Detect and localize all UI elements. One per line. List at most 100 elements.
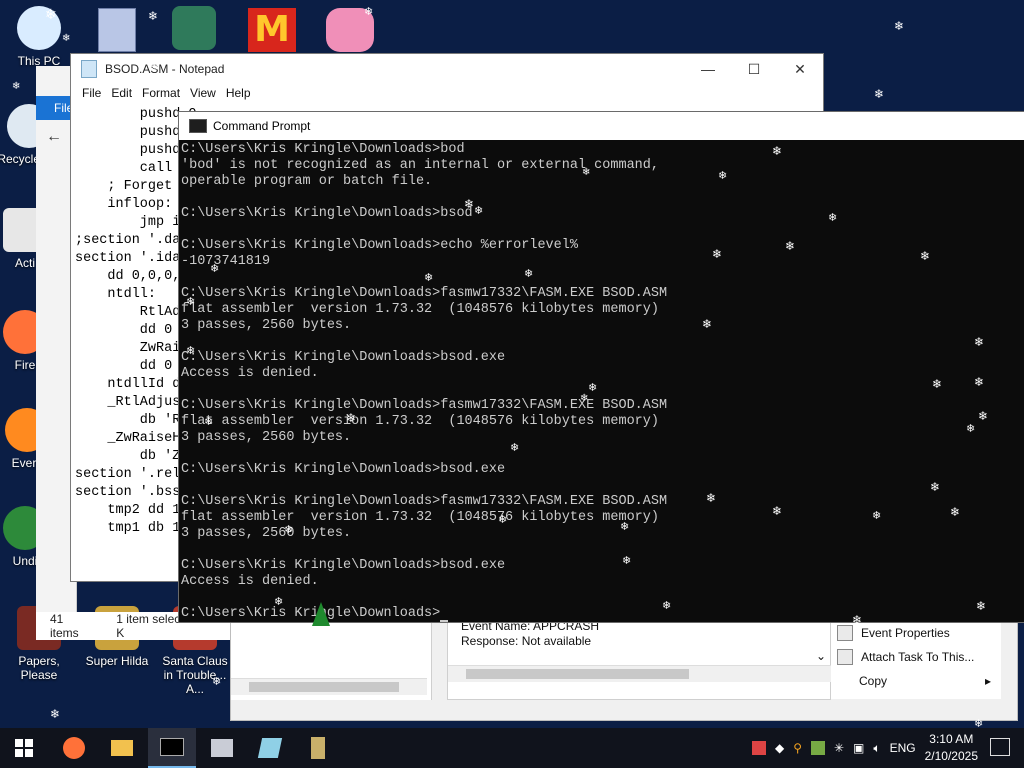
tray-network-icon[interactable]: ✳ xyxy=(834,741,844,755)
event-response: Response: Not available xyxy=(461,634,592,648)
menu-file[interactable]: File xyxy=(77,84,106,104)
chevron-right-icon: ▸ xyxy=(984,674,991,688)
console-line: 3 passes, 2560 bytes. xyxy=(181,430,352,445)
notepad-title: BSOD.ASM - Notepad xyxy=(105,62,225,76)
notepad-menubar: File Edit Format View Help xyxy=(71,84,823,104)
tray-search-icon[interactable]: ⚲ xyxy=(793,741,802,755)
console-line: C:\Users\Kris Kringle\Downloads>fasmw173… xyxy=(181,494,668,509)
tree-scrollbar[interactable] xyxy=(231,678,427,695)
menu-view[interactable]: View xyxy=(185,84,221,104)
console-line: C:\Users\Kris Kringle\Downloads> xyxy=(181,606,1021,622)
cmd-title: Command Prompt xyxy=(213,119,311,133)
action-label: Copy xyxy=(859,674,888,688)
console-line: C:\Users\Kris Kringle\Downloads>bod xyxy=(181,142,465,157)
action-event-properties[interactable]: Event Properties xyxy=(831,621,1001,645)
minimize-button[interactable]: — xyxy=(685,54,731,84)
console-line: flat assembler version 1.73.32 (1048576 … xyxy=(181,414,659,429)
details-scrollbar[interactable] xyxy=(448,665,841,682)
console-line: C:\Users\Kris Kringle\Downloads>bsod.exe xyxy=(181,558,506,573)
console-line: 'bod' is not recognized as an internal o… xyxy=(181,158,659,173)
console-output[interactable]: C:\Users\Kris Kringle\Downloads>bod'bod'… xyxy=(181,142,1021,622)
clock[interactable]: 3:10 AM 2/10/2025 xyxy=(925,731,978,765)
firefox-icon xyxy=(63,737,85,759)
tray-app-icon[interactable] xyxy=(810,741,825,755)
close-button[interactable]: ✕ xyxy=(777,54,823,84)
app-icon xyxy=(211,739,233,757)
notepad-titlebar[interactable]: BSOD.ASM - Notepad — ☐ ✕ xyxy=(71,54,823,84)
console-line: C:\Users\Kris Kringle\Downloads>bsod xyxy=(181,206,473,221)
taskbar: ◆ ⚲ ✳ ▣ 🔈︎ ENG 3:10 AM 2/10/2025 xyxy=(0,728,1024,768)
console-line: C:\Users\Kris Kringle\Downloads>bsod.exe xyxy=(181,350,506,365)
shortcut-icon-1[interactable] xyxy=(98,8,136,52)
explorer-back-icon[interactable]: ← xyxy=(46,128,62,146)
desktop-icon-this-pc[interactable]: This PC xyxy=(2,6,76,68)
pig-icon[interactable] xyxy=(326,8,374,52)
console-line: flat assembler version 1.73.32 (1048576 … xyxy=(181,510,659,525)
taskbar-file-explorer[interactable] xyxy=(98,728,146,768)
console-line: Access is denied. xyxy=(181,574,319,589)
app-icon xyxy=(311,737,325,759)
action-copy[interactable]: Copy ▸ xyxy=(831,669,1001,693)
notification-center-icon[interactable] xyxy=(990,738,1010,756)
console-line: C:\Users\Kris Kringle\Downloads>fasmw173… xyxy=(181,286,668,301)
system-tray: ◆ ⚲ ✳ ▣ 🔈︎ ENG 3:10 AM 2/10/2025 xyxy=(751,728,978,768)
taskbar-app-4[interactable] xyxy=(198,728,246,768)
menu-help[interactable]: Help xyxy=(221,84,256,104)
tray-app-icon[interactable] xyxy=(751,741,766,755)
copy-icon xyxy=(837,674,851,688)
menu-edit[interactable]: Edit xyxy=(106,84,137,104)
volume-icon[interactable]: 🔈︎ xyxy=(873,741,880,756)
desktop-icon-label: Super Hilda xyxy=(85,654,149,668)
console-line: 3 passes, 2560 bytes. xyxy=(181,318,352,333)
event-tree-pane[interactable] xyxy=(231,616,432,700)
maximize-button[interactable]: ☐ xyxy=(731,54,777,84)
console-line: 3 passes, 2560 bytes. xyxy=(181,526,352,541)
tray-drop-icon[interactable]: ◆ xyxy=(775,741,784,755)
console-line: C:\Users\Kris Kringle\Downloads>echo %er… xyxy=(181,238,578,253)
cmd-titlebar[interactable]: Command Prompt xyxy=(179,112,1024,140)
computer-icon xyxy=(17,6,61,50)
taskbar-firefox[interactable] xyxy=(50,728,98,768)
cmd-icon xyxy=(160,738,184,756)
console-line: flat assembler version 1.73.32 (1048576 … xyxy=(181,302,659,317)
command-prompt-window[interactable]: Command Prompt C:\Users\Kris Kringle\Dow… xyxy=(178,111,1024,623)
action-label: Event Properties xyxy=(861,626,950,640)
text-cursor xyxy=(440,620,449,622)
console-line: C:\Users\Kris Kringle\Downloads>fasmw173… xyxy=(181,398,668,413)
chevron-down-icon[interactable]: ⌄ xyxy=(816,649,826,664)
language-indicator[interactable]: ENG xyxy=(890,741,916,755)
action-label: Attach Task To This... xyxy=(861,650,975,664)
clock-time: 3:10 AM xyxy=(929,732,974,746)
clock-date: 2/10/2025 xyxy=(924,749,978,763)
desktop-icon-label: Santa Claus in Trouble... A... xyxy=(162,654,228,696)
console-line: Access is denied. xyxy=(181,366,319,381)
taskbar-app-5[interactable] xyxy=(246,728,294,768)
action-attach-task[interactable]: Attach Task To This... xyxy=(831,645,1001,669)
shortcut-icon-2[interactable] xyxy=(172,6,216,50)
mcdonalds-icon[interactable]: M xyxy=(248,8,296,52)
cmd-icon xyxy=(189,119,207,133)
folder-icon xyxy=(111,740,133,756)
tray-display-icon[interactable]: ▣ xyxy=(853,741,864,755)
taskbar-app-6[interactable] xyxy=(294,728,342,768)
console-line: C:\Users\Kris Kringle\Downloads>bsod.exe xyxy=(181,462,506,477)
actions-pane: Event Properties Attach Task To This... … xyxy=(831,621,1001,699)
item-count: 41 items xyxy=(50,612,79,640)
task-icon xyxy=(837,649,853,665)
windows-icon xyxy=(15,739,33,757)
taskbar-command-prompt[interactable] xyxy=(148,728,196,768)
properties-icon xyxy=(837,625,853,641)
event-viewer-window[interactable]: Event Name: APPCRASH Response: Not avail… xyxy=(230,615,1018,721)
console-line: -1073741819 xyxy=(181,254,271,269)
start-button[interactable] xyxy=(0,728,48,768)
menu-format[interactable]: Format xyxy=(137,84,185,104)
event-details-pane: Event Name: APPCRASH Response: Not avail… xyxy=(447,618,841,700)
